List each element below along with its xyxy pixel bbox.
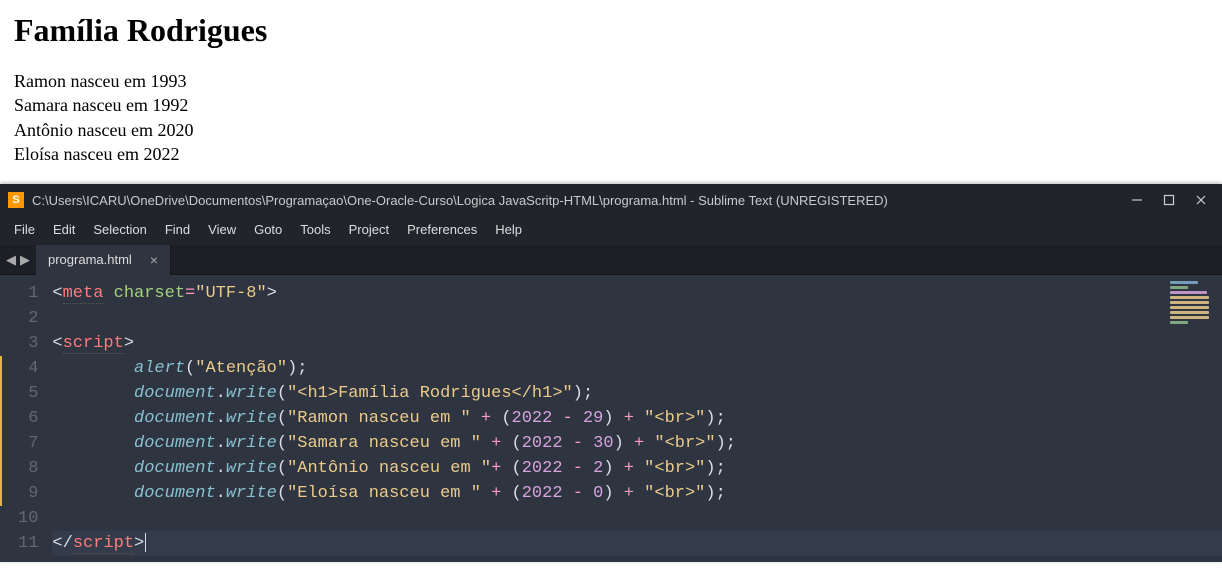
code-line: document.write("Ramon nasceu em " + (202…	[52, 406, 1222, 431]
code-line: document.write("<h1>Família Rodrigues</h…	[52, 381, 1222, 406]
code-line: alert("Atenção");	[52, 356, 1222, 381]
menu-edit[interactable]: Edit	[45, 220, 83, 239]
menu-goto[interactable]: Goto	[246, 220, 290, 239]
gutter: 1 2 3 4 5 6 7 8 9 10 11	[0, 275, 52, 562]
menu-view[interactable]: View	[200, 220, 244, 239]
maximize-button[interactable]	[1162, 193, 1176, 207]
code-line: </script>	[52, 531, 1222, 556]
minimap[interactable]	[1170, 281, 1216, 341]
nav-forward-icon[interactable]: ▶	[18, 252, 32, 268]
menubar: File Edit Selection Find View Goto Tools…	[0, 216, 1222, 245]
menu-file[interactable]: File	[6, 220, 43, 239]
app-icon: S	[8, 192, 24, 208]
code-line: <script>	[52, 331, 1222, 356]
menu-help[interactable]: Help	[487, 220, 530, 239]
nav-back-icon[interactable]: ◀	[4, 252, 18, 268]
editor-body[interactable]: 1 2 3 4 5 6 7 8 9 10 11 <meta charset="U…	[0, 275, 1222, 562]
minimize-button[interactable]	[1130, 193, 1144, 207]
code-area[interactable]: <meta charset="UTF-8"> <script> alert("A…	[52, 275, 1222, 562]
code-line: document.write("Eloísa nasceu em " + (20…	[52, 481, 1222, 506]
code-line	[52, 506, 1222, 531]
menu-tools[interactable]: Tools	[292, 220, 338, 239]
tab-programa-html[interactable]: programa.html ×	[36, 245, 171, 275]
window-title: C:\Users\ICARU\OneDrive\Documentos\Progr…	[32, 193, 1124, 208]
page-heading: Família Rodrigues	[14, 12, 1208, 49]
text-cursor	[145, 533, 146, 552]
code-line: document.write("Samara nasceu em " + (20…	[52, 431, 1222, 456]
menu-selection[interactable]: Selection	[85, 220, 154, 239]
output-line: Samara nasceu em 1992	[14, 93, 1208, 117]
titlebar[interactable]: S C:\Users\ICARU\OneDrive\Documentos\Pro…	[0, 184, 1222, 216]
output-line: Ramon nasceu em 1993	[14, 69, 1208, 93]
tab-label: programa.html	[48, 252, 132, 267]
tabbar: ◀ ▶ programa.html ×	[0, 245, 1222, 275]
close-button[interactable]	[1194, 193, 1208, 207]
output-line: Eloísa nasceu em 2022	[14, 142, 1208, 166]
menu-project[interactable]: Project	[341, 220, 397, 239]
sublime-text-window: S C:\Users\ICARU\OneDrive\Documentos\Pro…	[0, 184, 1222, 562]
close-tab-icon[interactable]: ×	[150, 252, 158, 268]
output-line: Antônio nasceu em 2020	[14, 118, 1208, 142]
menu-preferences[interactable]: Preferences	[399, 220, 485, 239]
browser-output: Família Rodrigues Ramon nasceu em 1993 S…	[0, 0, 1222, 178]
code-line: document.write("Antônio nasceu em "+ (20…	[52, 456, 1222, 481]
code-line: <meta charset="UTF-8">	[52, 281, 1222, 306]
menu-find[interactable]: Find	[157, 220, 198, 239]
code-line	[52, 306, 1222, 331]
